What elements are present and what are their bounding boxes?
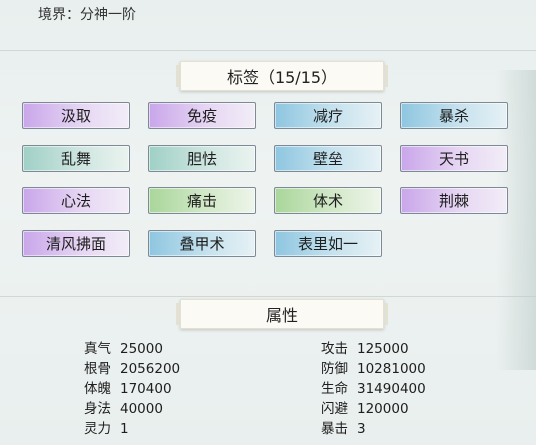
stat-left-row-5: 灵力 1 (84, 417, 129, 437)
stat-right-row-2: 防御 10281000 (321, 357, 426, 377)
stat-right-row-4: 闪避 120000 (321, 397, 409, 417)
stat-left-row-3: 体魄 170400 (84, 377, 172, 397)
tag-10[interactable]: 痛击 (148, 187, 256, 214)
divider-bottom (0, 296, 536, 297)
stat-left-value: 170400 (120, 381, 172, 397)
stat-right-value: 31490400 (357, 381, 426, 397)
tag-4[interactable]: 暴杀 (400, 102, 508, 129)
tag-2[interactable]: 免疫 (148, 102, 256, 129)
tag-8[interactable]: 天书 (400, 145, 508, 172)
stat-left-label: 根骨 (84, 361, 111, 377)
divider-top (0, 50, 536, 51)
tag-7[interactable]: 壁垒 (274, 145, 382, 172)
stat-left-row-2: 根骨 2056200 (84, 357, 180, 377)
tag-3[interactable]: 减疗 (274, 102, 382, 129)
realm-label: 境界：分神一阶 (38, 7, 136, 23)
stat-left-row-1: 真气 25000 (84, 337, 163, 357)
stat-left-label: 身法 (84, 401, 111, 417)
stat-right-label: 生命 (321, 381, 348, 397)
stat-right-label: 攻击 (321, 341, 348, 357)
tag-5[interactable]: 乱舞 (22, 145, 130, 172)
stat-left-label: 体魄 (84, 381, 111, 397)
tag-6[interactable]: 胆怯 (148, 145, 256, 172)
tags-header: 标签（15/15） (176, 61, 388, 91)
stat-right-value: 10281000 (357, 361, 426, 377)
tag-15[interactable]: 表里如一 (274, 230, 382, 257)
stat-right-value: 120000 (357, 401, 409, 417)
stat-left-value: 40000 (120, 401, 163, 417)
stat-right-value: 125000 (357, 341, 409, 357)
stat-right-row-5: 暴击 3 (321, 417, 366, 437)
tag-12[interactable]: 荆棘 (400, 187, 508, 214)
stat-left-value: 1 (120, 421, 129, 437)
stat-left-value: 2056200 (120, 361, 181, 377)
tag-11[interactable]: 体术 (274, 187, 382, 214)
stat-left-label: 灵力 (84, 421, 111, 437)
stat-left-row-4: 身法 40000 (84, 397, 163, 417)
stat-left-value: 25000 (120, 341, 163, 357)
stat-right-label: 暴击 (321, 421, 348, 437)
stat-left-label: 真气 (84, 341, 111, 357)
tag-14[interactable]: 叠甲术 (148, 230, 256, 257)
tag-13[interactable]: 清风拂面 (22, 230, 130, 257)
stat-right-value: 3 (357, 421, 366, 437)
stat-right-row-1: 攻击 125000 (321, 337, 409, 357)
tag-9[interactable]: 心法 (22, 187, 130, 214)
tag-1[interactable]: 汲取 (22, 102, 130, 129)
stat-right-label: 闪避 (321, 401, 348, 417)
stat-right-label: 防御 (321, 361, 348, 377)
stat-right-row-3: 生命 31490400 (321, 377, 426, 397)
attributes-header: 属性 (176, 299, 388, 329)
